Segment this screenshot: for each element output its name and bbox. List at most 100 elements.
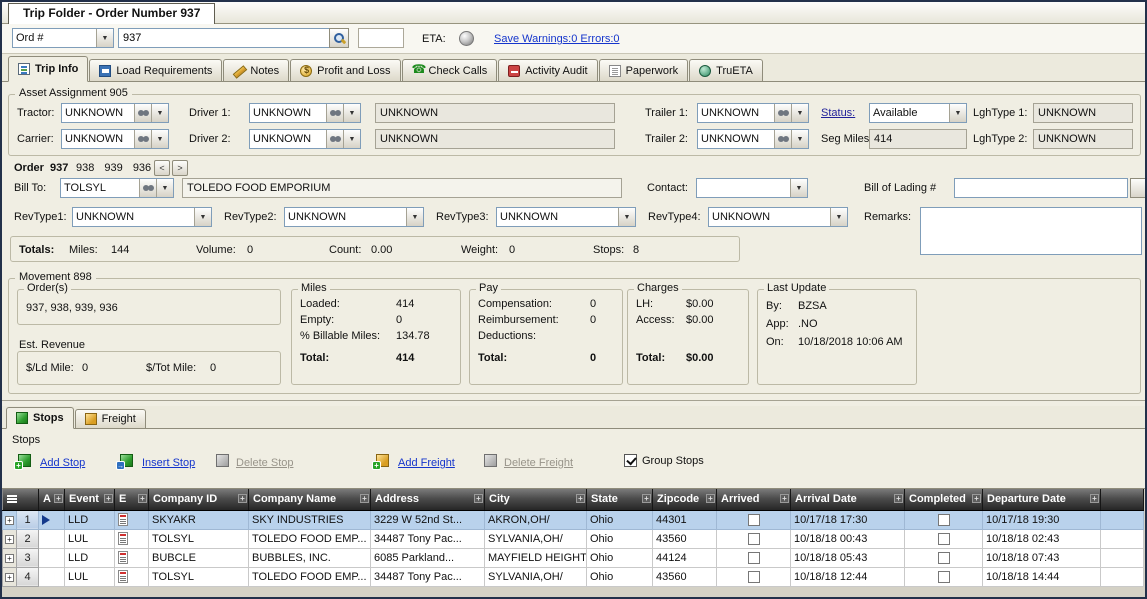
note-icon[interactable] — [118, 551, 128, 564]
insert-stop-link[interactable]: Insert Stop — [142, 456, 195, 470]
row-expander[interactable] — [3, 567, 17, 586]
row-number[interactable]: 2 — [17, 529, 39, 548]
tab-check-calls[interactable]: Check Calls — [402, 59, 498, 81]
column-resize-icon[interactable] — [972, 494, 981, 503]
chevron-down-icon[interactable] — [791, 130, 808, 148]
column-resize-icon[interactable] — [360, 494, 369, 503]
tab-activity-audit[interactable]: Activity Audit — [498, 59, 597, 81]
bol-view-button[interactable]: V — [1130, 178, 1147, 198]
chevron-down-icon[interactable] — [343, 130, 360, 148]
chevron-down-icon[interactable] — [949, 104, 966, 122]
prev-order-button[interactable] — [154, 160, 170, 176]
driver1-combo[interactable]: UNKNOWN — [249, 103, 361, 123]
col-header-zipcode[interactable]: Zipcode — [653, 489, 717, 510]
chevron-down-icon[interactable] — [830, 208, 847, 226]
chevron-down-icon[interactable] — [790, 179, 807, 197]
add-freight-icon[interactable] — [376, 454, 389, 467]
col-header-arrived[interactable]: Arrived — [717, 489, 791, 510]
note-icon[interactable] — [118, 532, 128, 545]
drill-icon[interactable] — [774, 130, 791, 148]
tab-stops[interactable]: Stops — [6, 407, 74, 429]
driver2-combo[interactable]: UNKNOWN — [249, 129, 361, 149]
revtype4-combo[interactable]: UNKNOWN — [708, 207, 848, 227]
column-resize-icon[interactable] — [706, 494, 715, 503]
row-number[interactable]: 1 — [17, 510, 39, 529]
chevron-down-icon[interactable] — [791, 104, 808, 122]
search-button[interactable] — [329, 28, 349, 48]
tractor-combo[interactable]: UNKNOWN — [61, 103, 169, 123]
table-row[interactable]: 3 LLD BUBCLE BUBBLES, INC. 6085 Parkland… — [3, 548, 1144, 567]
row-expander[interactable] — [3, 510, 17, 529]
table-row[interactable]: 4 LUL TOLSYL TOLEDO FOOD EMP... 34487 To… — [3, 567, 1144, 586]
completed-checkbox[interactable] — [938, 514, 950, 526]
column-resize-icon[interactable] — [238, 494, 247, 503]
chevron-down-icon[interactable] — [151, 104, 168, 122]
group-stops-checkbox[interactable] — [624, 454, 637, 467]
insert-stop-icon[interactable] — [120, 454, 133, 467]
cell-e[interactable] — [115, 510, 149, 529]
col-header-completed[interactable]: Completed — [905, 489, 983, 510]
bol-input[interactable] — [954, 178, 1128, 198]
completed-checkbox[interactable] — [938, 571, 950, 583]
drill-icon[interactable] — [326, 130, 343, 148]
status-combo[interactable]: Available — [869, 103, 967, 123]
chevron-down-icon[interactable] — [151, 130, 168, 148]
order-current[interactable]: 937 — [50, 158, 68, 178]
col-header-city[interactable]: City — [485, 489, 587, 510]
arrived-checkbox[interactable] — [748, 514, 760, 526]
col-header-e[interactable]: E — [115, 489, 149, 510]
trailer1-combo[interactable]: UNKNOWN — [697, 103, 809, 123]
table-row[interactable]: 1 LLD SKYAKR SKY INDUSTRIES 3229 W 52nd … — [3, 510, 1144, 529]
arrived-checkbox[interactable] — [748, 571, 760, 583]
column-resize-icon[interactable] — [474, 494, 483, 503]
drill-icon[interactable] — [774, 104, 791, 122]
window-title-tab[interactable]: Trip Folder - Order Number 937 — [8, 3, 215, 24]
row-expander[interactable] — [3, 529, 17, 548]
save-warnings-link[interactable]: Save Warnings:0 Errors:0 — [494, 32, 620, 46]
drill-icon[interactable] — [326, 104, 343, 122]
cell-e[interactable] — [115, 529, 149, 548]
table-row[interactable]: 2 LUL TOLSYL TOLEDO FOOD EMP... 34487 To… — [3, 529, 1144, 548]
revtype3-combo[interactable]: UNKNOWN — [496, 207, 636, 227]
column-resize-icon[interactable] — [894, 494, 903, 503]
completed-checkbox[interactable] — [938, 552, 950, 564]
tab-freight[interactable]: Freight — [75, 409, 146, 428]
aux-field[interactable] — [358, 28, 404, 48]
status-link-label[interactable]: Status: — [821, 103, 855, 123]
column-resize-icon[interactable] — [104, 494, 113, 503]
row-expander[interactable] — [3, 548, 17, 567]
column-resize-icon[interactable] — [1090, 494, 1099, 503]
col-header-address[interactable]: Address — [371, 489, 485, 510]
tab-notes[interactable]: Notes — [223, 59, 289, 81]
col-header-extra[interactable] — [1101, 489, 1144, 510]
add-stop-link[interactable]: Add Stop — [40, 456, 85, 470]
column-resize-icon[interactable] — [54, 494, 63, 503]
cell-e[interactable] — [115, 548, 149, 567]
chevron-down-icon[interactable] — [194, 208, 211, 226]
chevron-down-icon[interactable] — [156, 179, 173, 197]
revtype1-combo[interactable]: UNKNOWN — [72, 207, 212, 227]
arrived-checkbox[interactable] — [748, 533, 760, 545]
column-resize-icon[interactable] — [780, 494, 789, 503]
row-number[interactable]: 4 — [17, 567, 39, 586]
drill-icon[interactable] — [134, 130, 151, 148]
delete-stop-link[interactable]: Delete Stop — [236, 456, 293, 470]
add-stop-icon[interactable] — [18, 454, 31, 467]
col-header-selector[interactable] — [3, 489, 39, 510]
col-header-event[interactable]: Event — [65, 489, 115, 510]
order-others[interactable]: 938 939 936 — [76, 158, 151, 178]
tab-profit-and-loss[interactable]: Profit and Loss — [290, 59, 400, 81]
remarks-input[interactable] — [920, 207, 1142, 255]
column-resize-icon[interactable] — [138, 494, 147, 503]
note-icon[interactable] — [118, 513, 128, 526]
col-header-company-name[interactable]: Company Name — [249, 489, 371, 510]
search-type-combo[interactable]: Ord # — [12, 28, 114, 48]
col-header-company-id[interactable]: Company ID — [149, 489, 249, 510]
col-header-state[interactable]: State — [587, 489, 653, 510]
chevron-down-icon[interactable] — [96, 29, 113, 47]
chevron-down-icon[interactable] — [343, 104, 360, 122]
note-icon[interactable] — [118, 570, 128, 583]
carrier-combo[interactable]: UNKNOWN — [61, 129, 169, 149]
bill-to-combo[interactable]: TOLSYL — [60, 178, 174, 198]
arrived-checkbox[interactable] — [748, 552, 760, 564]
